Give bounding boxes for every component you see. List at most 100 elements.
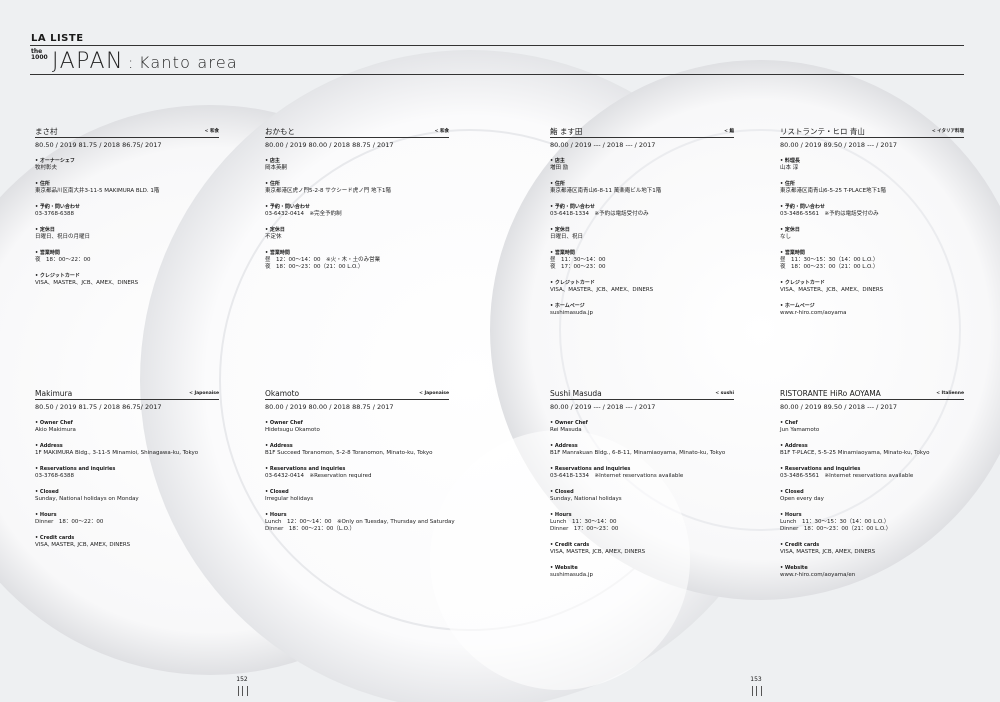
section-label: • 定休日 xyxy=(550,227,570,233)
section-label: • 予約・問い合わせ xyxy=(780,204,825,210)
brand-logo: LA LISTE xyxy=(31,33,84,44)
section-reservations: • Reservations and inquiries 03-6418-1334… xyxy=(550,466,734,480)
restaurant-card-en-makimura: Makimura < Japonaise 80.50 / 2019 81.75 /… xyxy=(35,388,219,549)
section-value: VISA、MASTER、JCB、AMEX、DINERS xyxy=(780,287,884,293)
section-value: 03-3768-6388 xyxy=(35,211,74,217)
section-label: • 営業時間 xyxy=(35,250,60,256)
section-label: • クレジットカード xyxy=(550,280,595,286)
section-value-2: 夜 18：00〜23：00（21：00 L.O.） xyxy=(780,264,879,270)
section-reservations: • 予約・問い合わせ 03-6432-0414 ※完全予約制 xyxy=(265,204,449,218)
section-value: B1F T-PLACE, 5-5-25 Minamiaoyama, Minato… xyxy=(780,450,930,456)
restaurant-name: まさ村 xyxy=(35,127,58,136)
section-value-2: Dinner 18：00〜21：00（L.O.） xyxy=(265,526,356,532)
restaurant-name: Sushi Masuda xyxy=(550,389,602,398)
section-label: • 営業時間 xyxy=(780,250,805,256)
section-value: Lunch 11：30〜14：00 xyxy=(550,519,617,525)
section-hours: • 営業時間昼 11：30〜15：30（14：00 L.O.）夜 18：00〜2… xyxy=(780,250,964,271)
restaurant-card-en-okamoto: Okamoto < Japonaise 80.00 / 2019 80.00 / … xyxy=(265,388,455,533)
cuisine-category: < イタリア料理 xyxy=(931,129,964,134)
section-address: • 住所 東京都港区南青山6-8-11 萬楽庵ビル地下1階 xyxy=(550,181,734,195)
card-rule xyxy=(35,399,219,400)
section-value: 増田 励 xyxy=(550,165,569,171)
section-address: • Address B1F Manrakuan Bldg., 6-8-11, Mi… xyxy=(550,443,734,457)
section-label: • Reservations and inquiries xyxy=(780,466,861,472)
section-value: 日曜日、祝日の月曜日 xyxy=(35,234,91,240)
section-label: • 営業時間 xyxy=(550,250,575,256)
section-value: VISA, MASTER, JCB, AMEX, DINERS xyxy=(550,549,646,555)
section-value: 山本 淳 xyxy=(780,165,799,171)
restaurant-name: Makimura xyxy=(35,389,73,398)
section-chef: • Owner Chef Hidetsugu Okamoto xyxy=(265,420,449,434)
section-value: 03-6432-0414 ※完全予約制 xyxy=(265,211,342,217)
header-rule-bottom xyxy=(30,74,964,75)
cuisine-category: < 鮨 xyxy=(724,129,734,134)
section-credit-cards: • クレジットカード VISA、MASTER、JCB、AMEX、DINERS xyxy=(780,280,964,294)
section-label: • Hours xyxy=(35,512,57,518)
section-credit-cards: • クレジットカード VISA、MASTER、JCB、AMEX、DINERS xyxy=(35,273,219,287)
section-label: • Credit cards xyxy=(550,542,590,548)
section-label: • Website xyxy=(550,565,578,571)
section-label: • Credit cards xyxy=(780,542,820,548)
section-value: 東京都港区南青山6-5-25 T-PLACE地下1階 xyxy=(780,188,887,194)
section-label: • 料理長 xyxy=(780,158,800,164)
section-closed: • Closed Sunday, National holidays on Mon… xyxy=(35,489,219,503)
restaurant-name: Okamoto xyxy=(265,389,300,398)
header-rule-top xyxy=(30,45,964,46)
brand-mark: the 1000 xyxy=(31,49,48,61)
section-address: • Address B1F Succeed Toranomon, 5-2-8 To… xyxy=(265,443,449,457)
section-chef: • Owner Chef Rei Masuda xyxy=(550,420,734,434)
section-credit-cards: • クレジットカード VISA、MASTER、JCB、AMEX、DINERS xyxy=(550,280,734,294)
section-website: • Website www.r-hiro.com/aoyama/en xyxy=(780,565,964,579)
section-chef: • 料理長 山本 淳 xyxy=(780,158,964,172)
section-value: 03-6418-1334 ※Internet reservations avai… xyxy=(550,473,684,479)
section-value: B1F Succeed Toranomon, 5-2-8 Toranomon, … xyxy=(265,450,433,456)
section-value: 昼 12：00〜14：00 ※火・木・土のみ営業 xyxy=(265,257,381,263)
card-header: まさ村 < 和食 xyxy=(35,126,219,136)
section-value: Irregular holidays xyxy=(265,496,314,502)
section-value: VISA、MASTER、JCB、AMEX、DINERS xyxy=(550,287,654,293)
section-label: • Closed xyxy=(780,489,804,495)
section-closed: • 定休日 不定休 xyxy=(265,227,449,241)
scores: 80.00 / 2019 --- / 2018 --- / 2017 xyxy=(550,141,656,149)
section-value: Jun Yamamoto xyxy=(780,427,820,433)
card-header: Okamoto < Japonaise xyxy=(265,388,449,398)
card-rule xyxy=(265,137,449,138)
section-value: 03-3768-6388 xyxy=(35,473,74,479)
background-plates xyxy=(0,0,1000,702)
section-address: • Address 1F MAKIMURA Bldg., 3-11-5 Minam… xyxy=(35,443,219,457)
section-value: 東京都港区南青山6-8-11 萬楽庵ビル地下1階 xyxy=(550,188,662,194)
cuisine-category: < Italienne xyxy=(936,391,964,396)
section-value: Akio Makimura xyxy=(35,427,76,433)
section-label: • 店主 xyxy=(550,158,565,164)
section-label: • 住所 xyxy=(780,181,795,187)
restaurant-name: おかもと xyxy=(265,127,295,136)
section-label: • Chef xyxy=(780,420,798,426)
section-value: VISA, MASTER, JCB, AMEX, DINERS xyxy=(35,542,131,548)
section-closed: • 定休日 なし xyxy=(780,227,964,241)
section-value: 東京都港区虎ノ門5-2-8 サクシード虎ノ門 地下1階 xyxy=(265,188,391,194)
section-value: Lunch 11：30〜15：30（14：00 L.O.） xyxy=(780,519,890,525)
section-label: • Website xyxy=(780,565,808,571)
section-label: • 定休日 xyxy=(265,227,285,233)
section-closed: • Closed Open every day xyxy=(780,489,964,503)
section-value-2: 夜 17：00〜23：00 xyxy=(550,264,606,270)
section-value: 1F MAKIMURA Bldg., 3-11-5 Minamioi, Shin… xyxy=(35,450,199,456)
section-label: • Address xyxy=(35,443,63,449)
card-header: おかもと < 和食 xyxy=(265,126,449,136)
section-label: • Owner Chef xyxy=(550,420,588,426)
section-value: 03-3486-5561 ※予約は電話受付のみ xyxy=(780,211,879,217)
section-label: • Reservations and inquiries xyxy=(35,466,116,472)
section-value: Sunday, National holidays on Monday xyxy=(35,496,139,502)
page-marker-right-icon xyxy=(752,686,762,696)
section-website: • Website sushimasuda.jp xyxy=(550,565,734,579)
section-chef: • 店主 岡本英嗣 xyxy=(265,158,449,172)
website-link: sushimasuda.jp xyxy=(550,310,593,316)
section-value: 03-6432-0414 ※Reservation required xyxy=(265,473,372,479)
section-label: • Credit cards xyxy=(35,535,75,541)
section-chef: • オーナーシェフ 牧村彰夫 xyxy=(35,158,219,172)
section-label: • 住所 xyxy=(35,181,50,187)
section-label: • Reservations and inquiries xyxy=(550,466,631,472)
website-link: www.r-hiro.com/aoyama xyxy=(780,310,847,316)
cuisine-category: < 和食 xyxy=(434,129,449,134)
section-value: なし xyxy=(780,234,792,240)
